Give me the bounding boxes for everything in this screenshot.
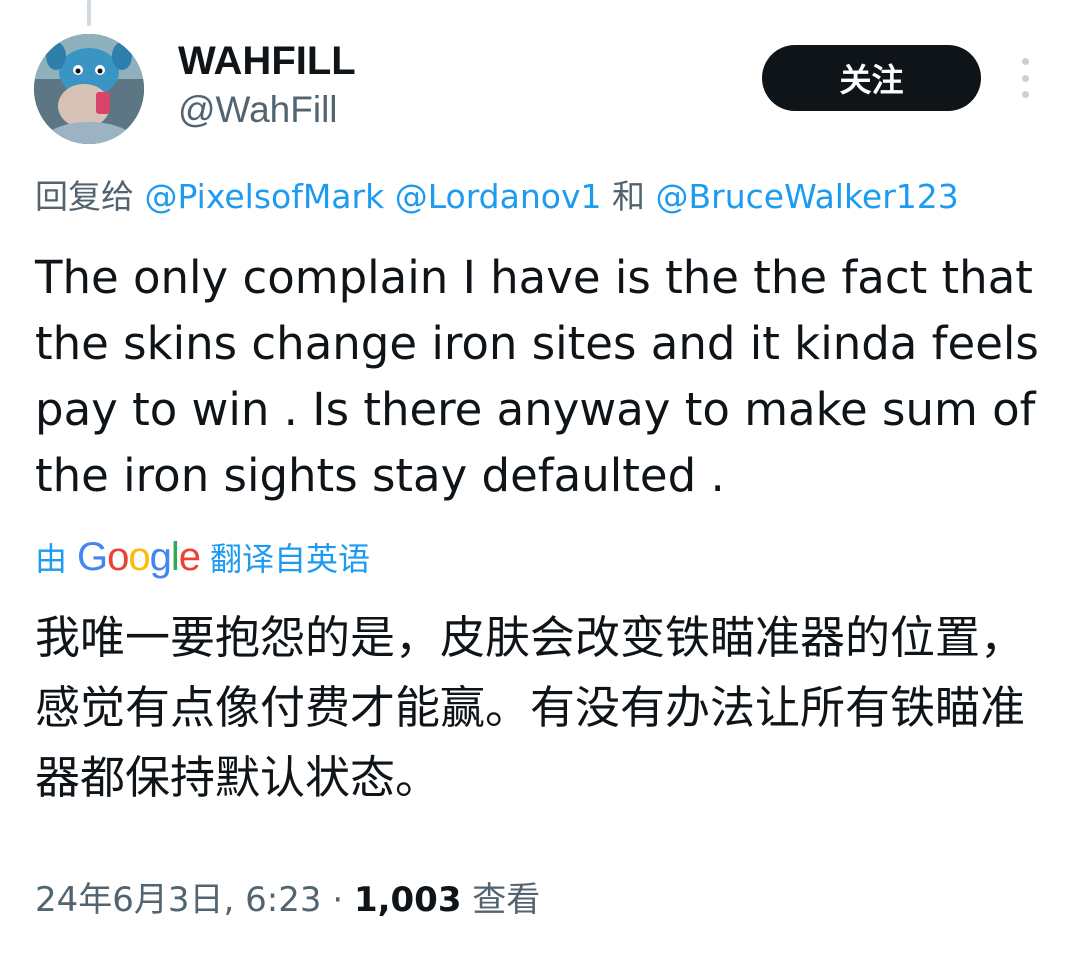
translated-text: 我唯一要抱怨的是，皮肤会改变铁瞄准器的位置，感觉有点像付费才能赢。有没有办法让所… [35, 611, 1026, 804]
mention-link[interactable]: @BruceWalker123 [656, 177, 959, 216]
more-dot [1021, 91, 1029, 98]
reply-prefix: 回复给 [35, 177, 134, 216]
user-avatar-photo-icon [34, 34, 144, 144]
views-count: 1,003 [353, 880, 462, 920]
more-vertical-icon[interactable] [1010, 58, 1040, 98]
more-dot [1021, 74, 1029, 82]
author-display-name[interactable]: WAHFILL [178, 38, 356, 84]
mention-link[interactable]: @PixelsofMark [145, 177, 385, 216]
avatar[interactable] [34, 34, 144, 144]
views-label: 查看 [472, 880, 541, 920]
meta-separator: · [332, 880, 344, 920]
more-dot [1021, 58, 1029, 65]
tweet-text: The only complain I have is the the fact… [35, 251, 1039, 502]
tweet-timestamp[interactable]: 24年6月3日, 6:23 [35, 880, 322, 920]
translate-attribution[interactable]: 由 Google 翻译自英语 [35, 532, 370, 582]
reply-to-line: 回复给 @PixelsofMark @Lordanov1 和 @BruceWal… [35, 173, 959, 221]
tweet-meta: 24年6月3日, 6:23 · 1,003 查看 [35, 872, 540, 928]
author-handle[interactable]: @WahFill [178, 88, 338, 132]
follow-button[interactable]: 关注 [762, 45, 981, 111]
thread-connector-line [87, 0, 91, 26]
google-logo: Google [77, 534, 201, 579]
translate-by-label: 由 [35, 540, 68, 578]
mention-link[interactable]: @Lordanov1 [395, 177, 602, 216]
reply-conjunction: 和 [612, 177, 645, 216]
translate-suffix: 翻译自英语 [210, 540, 371, 578]
